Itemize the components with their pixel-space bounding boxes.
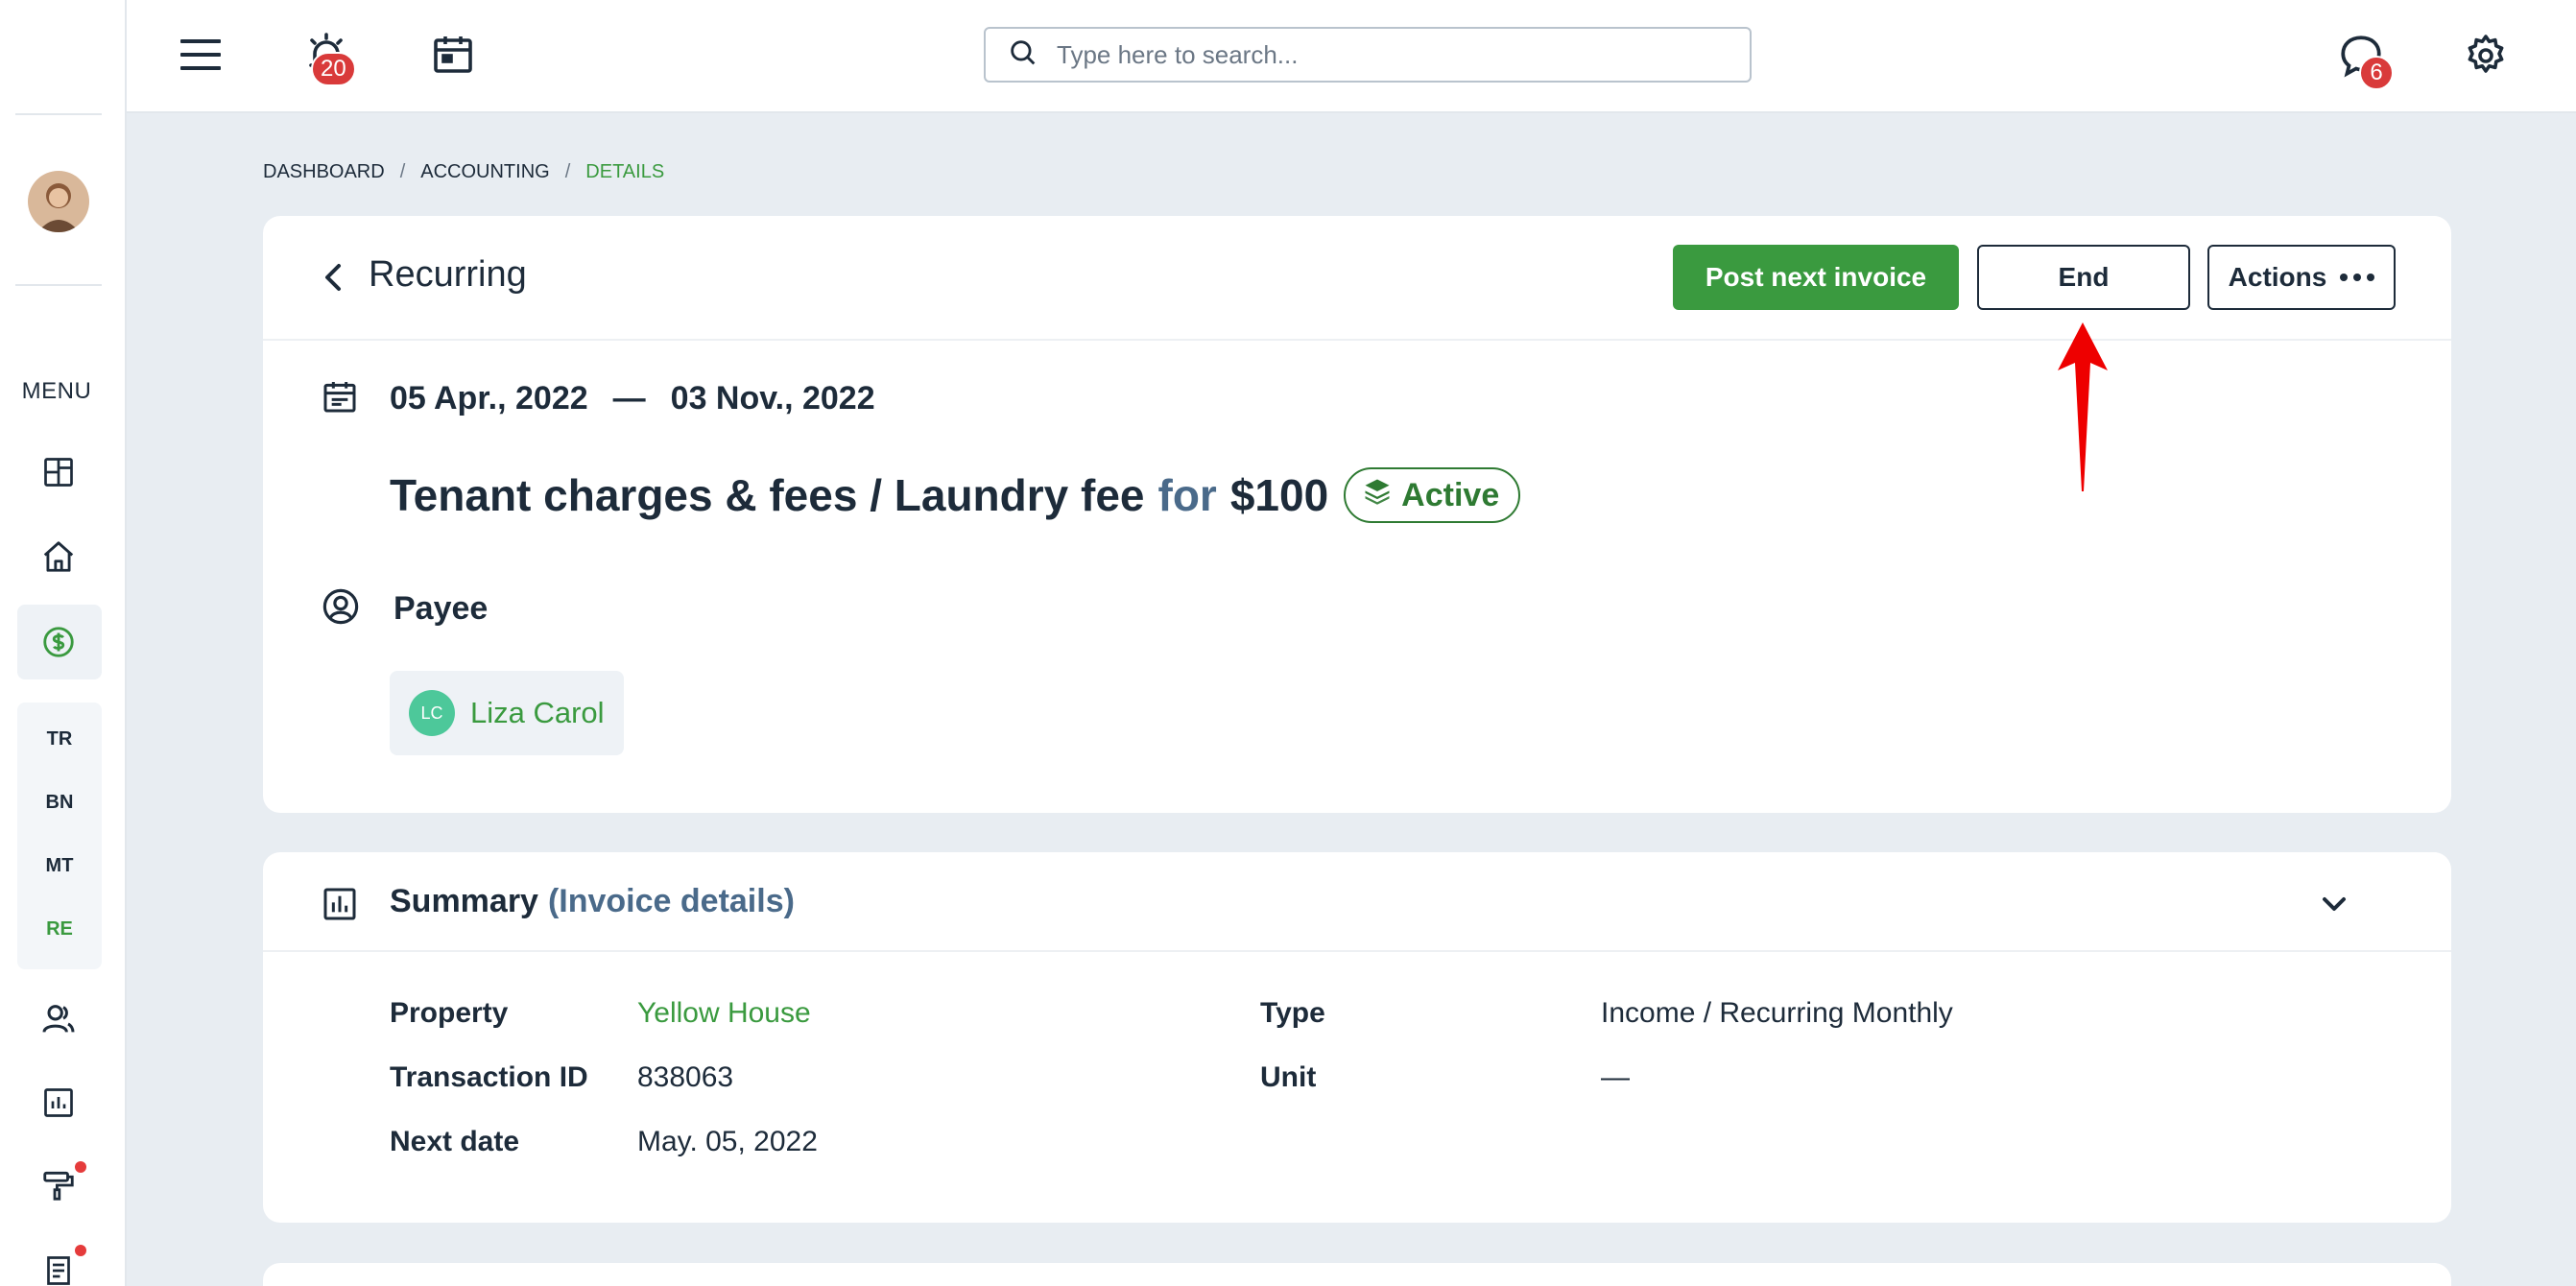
more-dots-icon [2340, 274, 2375, 281]
actions-button[interactable]: Actions [2207, 245, 2396, 310]
user-circle-icon [321, 586, 361, 631]
sidebar-item-mt[interactable]: MT [17, 855, 102, 877]
date-range: 05 Apr., 2022 — 03 Nov., 2022 [321, 377, 875, 420]
notification-dot [75, 1245, 86, 1256]
breadcrumb-accounting[interactable]: ACCOUNTING [420, 161, 549, 183]
payee-section: Payee [321, 586, 488, 631]
dollar-icon[interactable] [32, 615, 85, 669]
summary-title-text: Summary [390, 883, 538, 919]
search-icon [1007, 36, 1039, 74]
page-title: Recurring [369, 254, 527, 295]
annotation-arrow-icon [2058, 322, 2108, 491]
recurring-header: Recurring Post next invoice End Actions [263, 216, 2451, 341]
end-button[interactable]: End [1977, 245, 2190, 310]
topbar: 20 6 [127, 0, 2576, 113]
breadcrumb-details: DETAILS [585, 161, 665, 182]
sidebar-item-re[interactable]: RE [17, 918, 102, 941]
summary-header[interactable]: Summary (Invoice details) [263, 852, 2451, 952]
layers-icon [1363, 477, 1392, 514]
menu-label: MENU [21, 378, 92, 404]
type-label: Type [1260, 997, 1325, 1029]
chart-icon[interactable] [32, 1076, 85, 1130]
start-date: 05 Apr., 2022 [390, 380, 588, 417]
payee-label: Payee [394, 590, 489, 627]
status-label: Active [1401, 476, 1500, 513]
end-date: 03 Nov., 2022 [670, 380, 875, 417]
calendar-icon[interactable] [426, 27, 480, 81]
charge-summary: Tenant charges & fees / Laundry fee for … [390, 467, 1521, 523]
type-value: Income / Recurring Monthly [1601, 997, 1953, 1029]
search-input[interactable] [1057, 39, 1729, 70]
back-arrow-icon[interactable] [315, 258, 353, 297]
chart-icon [321, 885, 359, 928]
recurring-card: Recurring Post next invoice End Actions … [263, 216, 2451, 813]
search-box[interactable] [984, 27, 1752, 83]
breadcrumb-separator: / [564, 161, 571, 182]
calendar-icon [321, 377, 359, 420]
unit-label: Unit [1260, 1061, 1317, 1093]
transaction-id-value: 838063 [637, 1061, 734, 1093]
charge-for: for [1157, 470, 1217, 520]
messages-badge: 6 [2359, 56, 2394, 90]
sidebar-item-bn[interactable]: BN [17, 792, 102, 814]
property-label: Property [390, 997, 509, 1029]
unit-value: — [1601, 1061, 1630, 1093]
dashboard-icon[interactable] [32, 445, 85, 499]
users-icon[interactable] [32, 992, 85, 1046]
summary-subtitle: (Invoice details) [547, 883, 795, 919]
sidebar-divider [15, 284, 102, 286]
payee-chip[interactable]: LC Liza Carol [390, 671, 624, 755]
actions-label: Actions [2228, 262, 2327, 292]
next-card [263, 1263, 2451, 1286]
sidebar-divider [15, 113, 102, 115]
property-value[interactable]: Yellow House [637, 997, 811, 1030]
post-next-invoice-button[interactable]: Post next invoice [1673, 245, 1959, 310]
avatar[interactable] [28, 171, 89, 232]
payee-name[interactable]: Liza Carol [470, 696, 605, 730]
breadcrumb-separator: / [399, 161, 406, 182]
sidebar: MENU TR BN MT RE [0, 0, 127, 1286]
charge-name: Tenant charges & fees / Laundry fee [390, 470, 1145, 520]
summary-title: Summary (Invoice details) [390, 883, 795, 920]
payee-avatar: LC [409, 690, 455, 736]
gear-icon[interactable] [2457, 27, 2515, 84]
charge-amount: $100 [1229, 470, 1329, 520]
alerts-badge: 20 [311, 52, 356, 86]
breadcrumb: DASHBOARD / ACCOUNTING / DETAILS [263, 161, 664, 183]
breadcrumb-dashboard[interactable]: DASHBOARD [263, 161, 385, 183]
next-date-value: May. 05, 2022 [637, 1126, 818, 1157]
chevron-down-icon[interactable] [2317, 887, 2351, 921]
date-separator: — [612, 380, 646, 417]
transaction-id-label: Transaction ID [390, 1061, 588, 1093]
next-date-label: Next date [390, 1126, 520, 1157]
sidebar-item-tr[interactable]: TR [17, 728, 102, 750]
status-badge: Active [1344, 467, 1521, 523]
summary-card: Summary (Invoice details) Property Yellow… [263, 852, 2451, 1223]
home-icon[interactable] [32, 530, 85, 583]
notification-dot [75, 1161, 86, 1173]
hamburger-menu-icon[interactable] [177, 31, 225, 79]
